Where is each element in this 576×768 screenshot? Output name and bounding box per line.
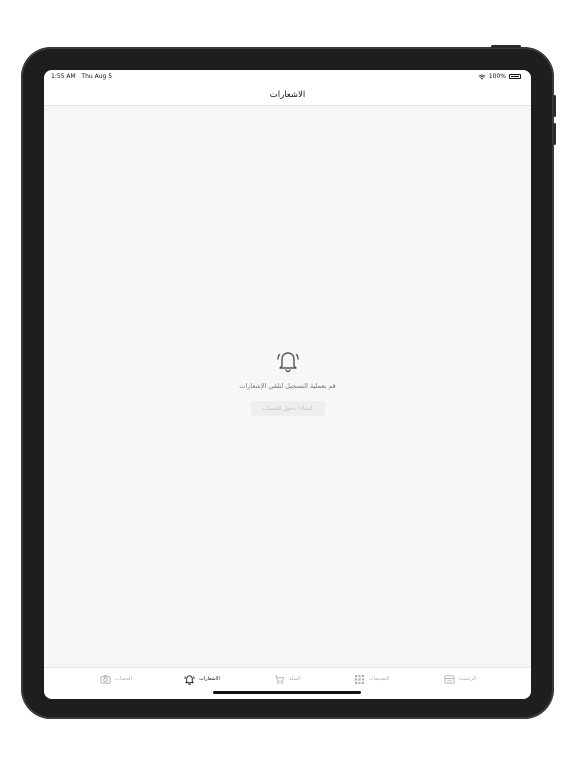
- bell-icon: [184, 674, 195, 685]
- status-bar: 1:55 AM Thu Aug 5 100%: [44, 70, 531, 84]
- volume-up-button: [553, 95, 556, 117]
- screen: 1:55 AM Thu Aug 5 100% الاشعارات قم بعمل…: [44, 70, 531, 699]
- empty-state: قم بعملية التسجيل لتلقي الإشعارات انشاء …: [44, 348, 531, 416]
- bell-icon: [276, 352, 299, 373]
- battery-percent: 100%: [488, 73, 506, 80]
- battery-icon: [509, 74, 521, 79]
- tab-account[interactable]: الحساب: [100, 672, 132, 686]
- home-icon: [444, 674, 455, 684]
- tab-home[interactable]: الرئيسية: [444, 672, 476, 686]
- status-time: 1:55 AM: [51, 73, 76, 80]
- tab-notifications[interactable]: الاشعارات: [184, 672, 220, 686]
- login-button[interactable]: انشاء / دخول للحساب: [250, 401, 325, 416]
- tab-bar: الحساب الاشعارات السلة التصنيفات الرئيسي…: [44, 667, 531, 699]
- tab-notifications-label: الاشعارات: [199, 676, 220, 682]
- camera-icon: [100, 674, 111, 684]
- status-indicators: 100%: [478, 73, 521, 80]
- tab-home-label: الرئيسية: [459, 676, 477, 682]
- grid-icon: [354, 674, 365, 684]
- power-button: [491, 45, 521, 48]
- tab-cart-label: السلة: [289, 676, 301, 682]
- home-indicator[interactable]: [213, 691, 361, 694]
- page-title: الاشعارات: [269, 89, 306, 100]
- status-date: Thu Aug 5: [81, 73, 113, 80]
- tab-categories[interactable]: التصنيفات: [354, 672, 390, 686]
- tab-account-label: الحساب: [115, 676, 132, 682]
- volume-down-button: [553, 123, 556, 145]
- navigation-bar: الاشعارات: [44, 84, 531, 106]
- status-time-date: 1:55 AM Thu Aug 5: [51, 73, 112, 80]
- tab-categories-label: التصنيفات: [369, 676, 390, 682]
- wifi-icon: [478, 74, 486, 80]
- tab-cart[interactable]: السلة: [274, 672, 301, 686]
- empty-message: قم بعملية التسجيل لتلقي الإشعارات: [239, 382, 336, 390]
- cart-icon: [274, 674, 285, 684]
